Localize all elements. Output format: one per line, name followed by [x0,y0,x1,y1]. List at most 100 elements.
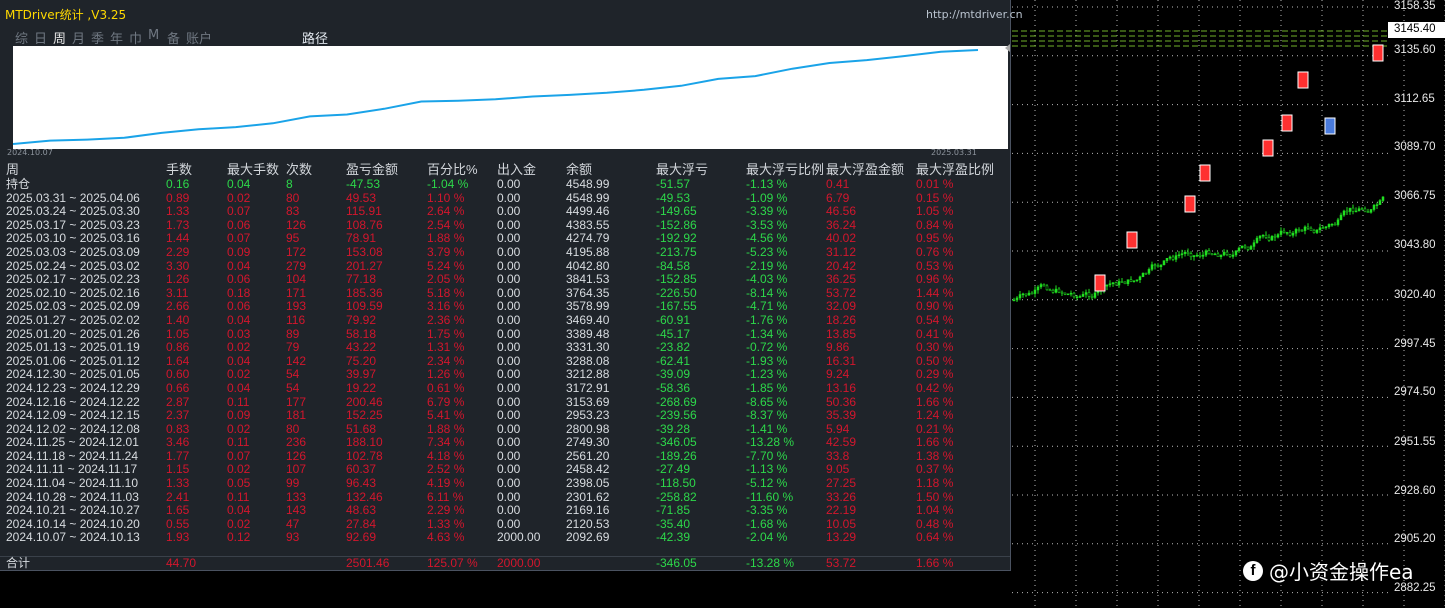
app-title: MTDriver统计 ,V3.25 [5,8,127,22]
table-cell: 0.89 [166,190,190,205]
table-cell: 0.48 % [916,516,954,531]
candle-body [1057,288,1061,293]
tab-7[interactable]: M [148,28,167,46]
candle-body [1297,229,1301,231]
tab-8[interactable]: 备 [167,28,186,47]
tab-1[interactable]: 日 [34,28,53,47]
table-cell: 6.11 % [427,489,464,504]
table-row: 2025.03.03 ~ 2025.03.09 2.29 0.09 172 153.08… [0,244,1010,260]
table-cell: 43.22 [346,340,377,355]
table-cell: -1.23 % [746,367,788,382]
table-cell: -84.58 [656,258,691,273]
candle-body [1315,229,1319,233]
table-cell: 0.61 % [427,380,465,395]
table-cell: 2025.02.03 ~ 2025.02.09 [6,299,140,314]
table-cell: 0.11 [227,489,250,504]
candle-body [1345,210,1349,213]
candle-body [1189,253,1193,258]
table-cell: 0.64 % [916,530,954,545]
table-cell: 115.91 [346,204,382,219]
table-cell: -149.65 [656,204,697,219]
tab-3[interactable]: 月 [72,28,91,47]
table-cell: 153.08 [346,244,383,259]
table-cell: 2120.53 [566,516,610,531]
table-cell: 142 [286,353,307,368]
candle-body [1288,232,1292,236]
weekly-stats-table: 周 手数 最大手数 次数 盈亏金额 百分比% 出入金 余额 最大浮亏 最大浮亏比例 最大浮盈金额 最大… [0,163,1010,545]
table-cell: 0.00 [497,340,521,355]
tab-5[interactable]: 年 [110,28,129,47]
price-label: 3043.80 [1394,239,1436,251]
table-cell: 132.46 [346,489,383,504]
table-cell: 0.02 [227,190,251,205]
table-cell: 0.84 % [916,217,954,232]
tab-4[interactable]: 季 [91,28,110,47]
table-cell: -2.04 % [746,530,788,545]
table-cell: -45.17 [656,326,691,341]
table-cell: 0.04 [227,258,251,273]
candle-body [1054,288,1058,293]
table-cell: 1.88 % [427,421,465,436]
candle-body [1159,264,1163,267]
tab-6[interactable]: 巾 [129,28,148,47]
tab-path[interactable]: 路径 [302,28,328,47]
table-cell: 181 [286,408,307,423]
table-cell: 0.37 % [916,462,954,477]
holding-cell-1: 0.16 [166,177,190,191]
table-cell: 46.56 [826,204,857,219]
table-cell: 6.79 % [427,394,465,409]
website-link[interactable]: http://mtdriver.cn [926,8,1023,21]
candle-body [1378,200,1382,205]
table-cell: 3288.08 [566,353,610,368]
table-cell: 1.10 % [427,190,465,205]
table-cell: 2025.02.10 ~ 2025.02.16 [6,285,140,300]
table-cell: 0.00 [497,489,521,504]
candle-body [1219,254,1223,258]
table-cell: 200.46 [346,394,383,409]
candle-body [1075,296,1079,299]
table-cell: 2.34 % [427,353,465,368]
candle-body [1246,246,1250,250]
table-cell: 0.42 % [916,380,954,395]
table-cell: 3.16 % [427,299,465,314]
tab-0[interactable]: 综 [15,28,34,47]
table-cell: 1.05 [166,326,190,341]
table-cell: 32.09 [826,299,857,314]
table-cell: 3172.91 [566,380,610,395]
table-cell: 5.24 % [427,258,465,273]
table-cell: 18.26 [826,312,857,327]
candle-body [1087,292,1091,297]
table-cell: 99 [286,476,300,491]
table-cell: 0.29 % [916,367,954,382]
total-lots: 44.70 [166,556,197,570]
tab-2[interactable]: 周 [53,28,72,47]
total-pnl: 2501.46 [346,556,390,570]
table-cell: 78.91 [346,231,377,246]
table-cell: 3.30 [166,258,190,273]
holding-cell-4: -47.53 [346,177,381,191]
candle-body [1051,289,1055,293]
table-cell: 1.75 % [427,326,465,341]
table-cell: 20.42 [826,258,857,273]
total-max-loss: -346.05 [656,556,697,570]
table-cell: 54 [286,367,300,382]
table-cell: -1.09 % [746,190,788,205]
table-cell: 2025.02.17 ~ 2025.02.23 [6,272,140,287]
candle-body [1261,234,1265,237]
table-cell: 0.00 [497,435,521,450]
table-cell: 1.88 % [427,231,465,246]
tab-9[interactable]: 账户 [186,28,226,47]
table-cell: 3.46 [166,435,190,450]
equity-curve-svg [12,49,979,145]
candle-body [1174,255,1178,260]
table-cell: 4195.88 [566,244,610,259]
candle-body [1312,230,1316,233]
table-cell: 0.03 [227,326,251,341]
candle-body [1093,292,1097,298]
table-cell: 193 [286,299,307,314]
table-cell: 40.02 [826,231,857,246]
table-row: 2025.03.24 ~ 2025.03.30 1.33 0.07 83 115.91 2… [0,205,1010,219]
table-cell: 1.64 [166,353,190,368]
collapse-arrow-icon[interactable] [1005,44,1010,52]
table-row: 2024.11.18 ~ 2024.11.24 1.77 0.07 126 102.78… [0,449,1010,464]
